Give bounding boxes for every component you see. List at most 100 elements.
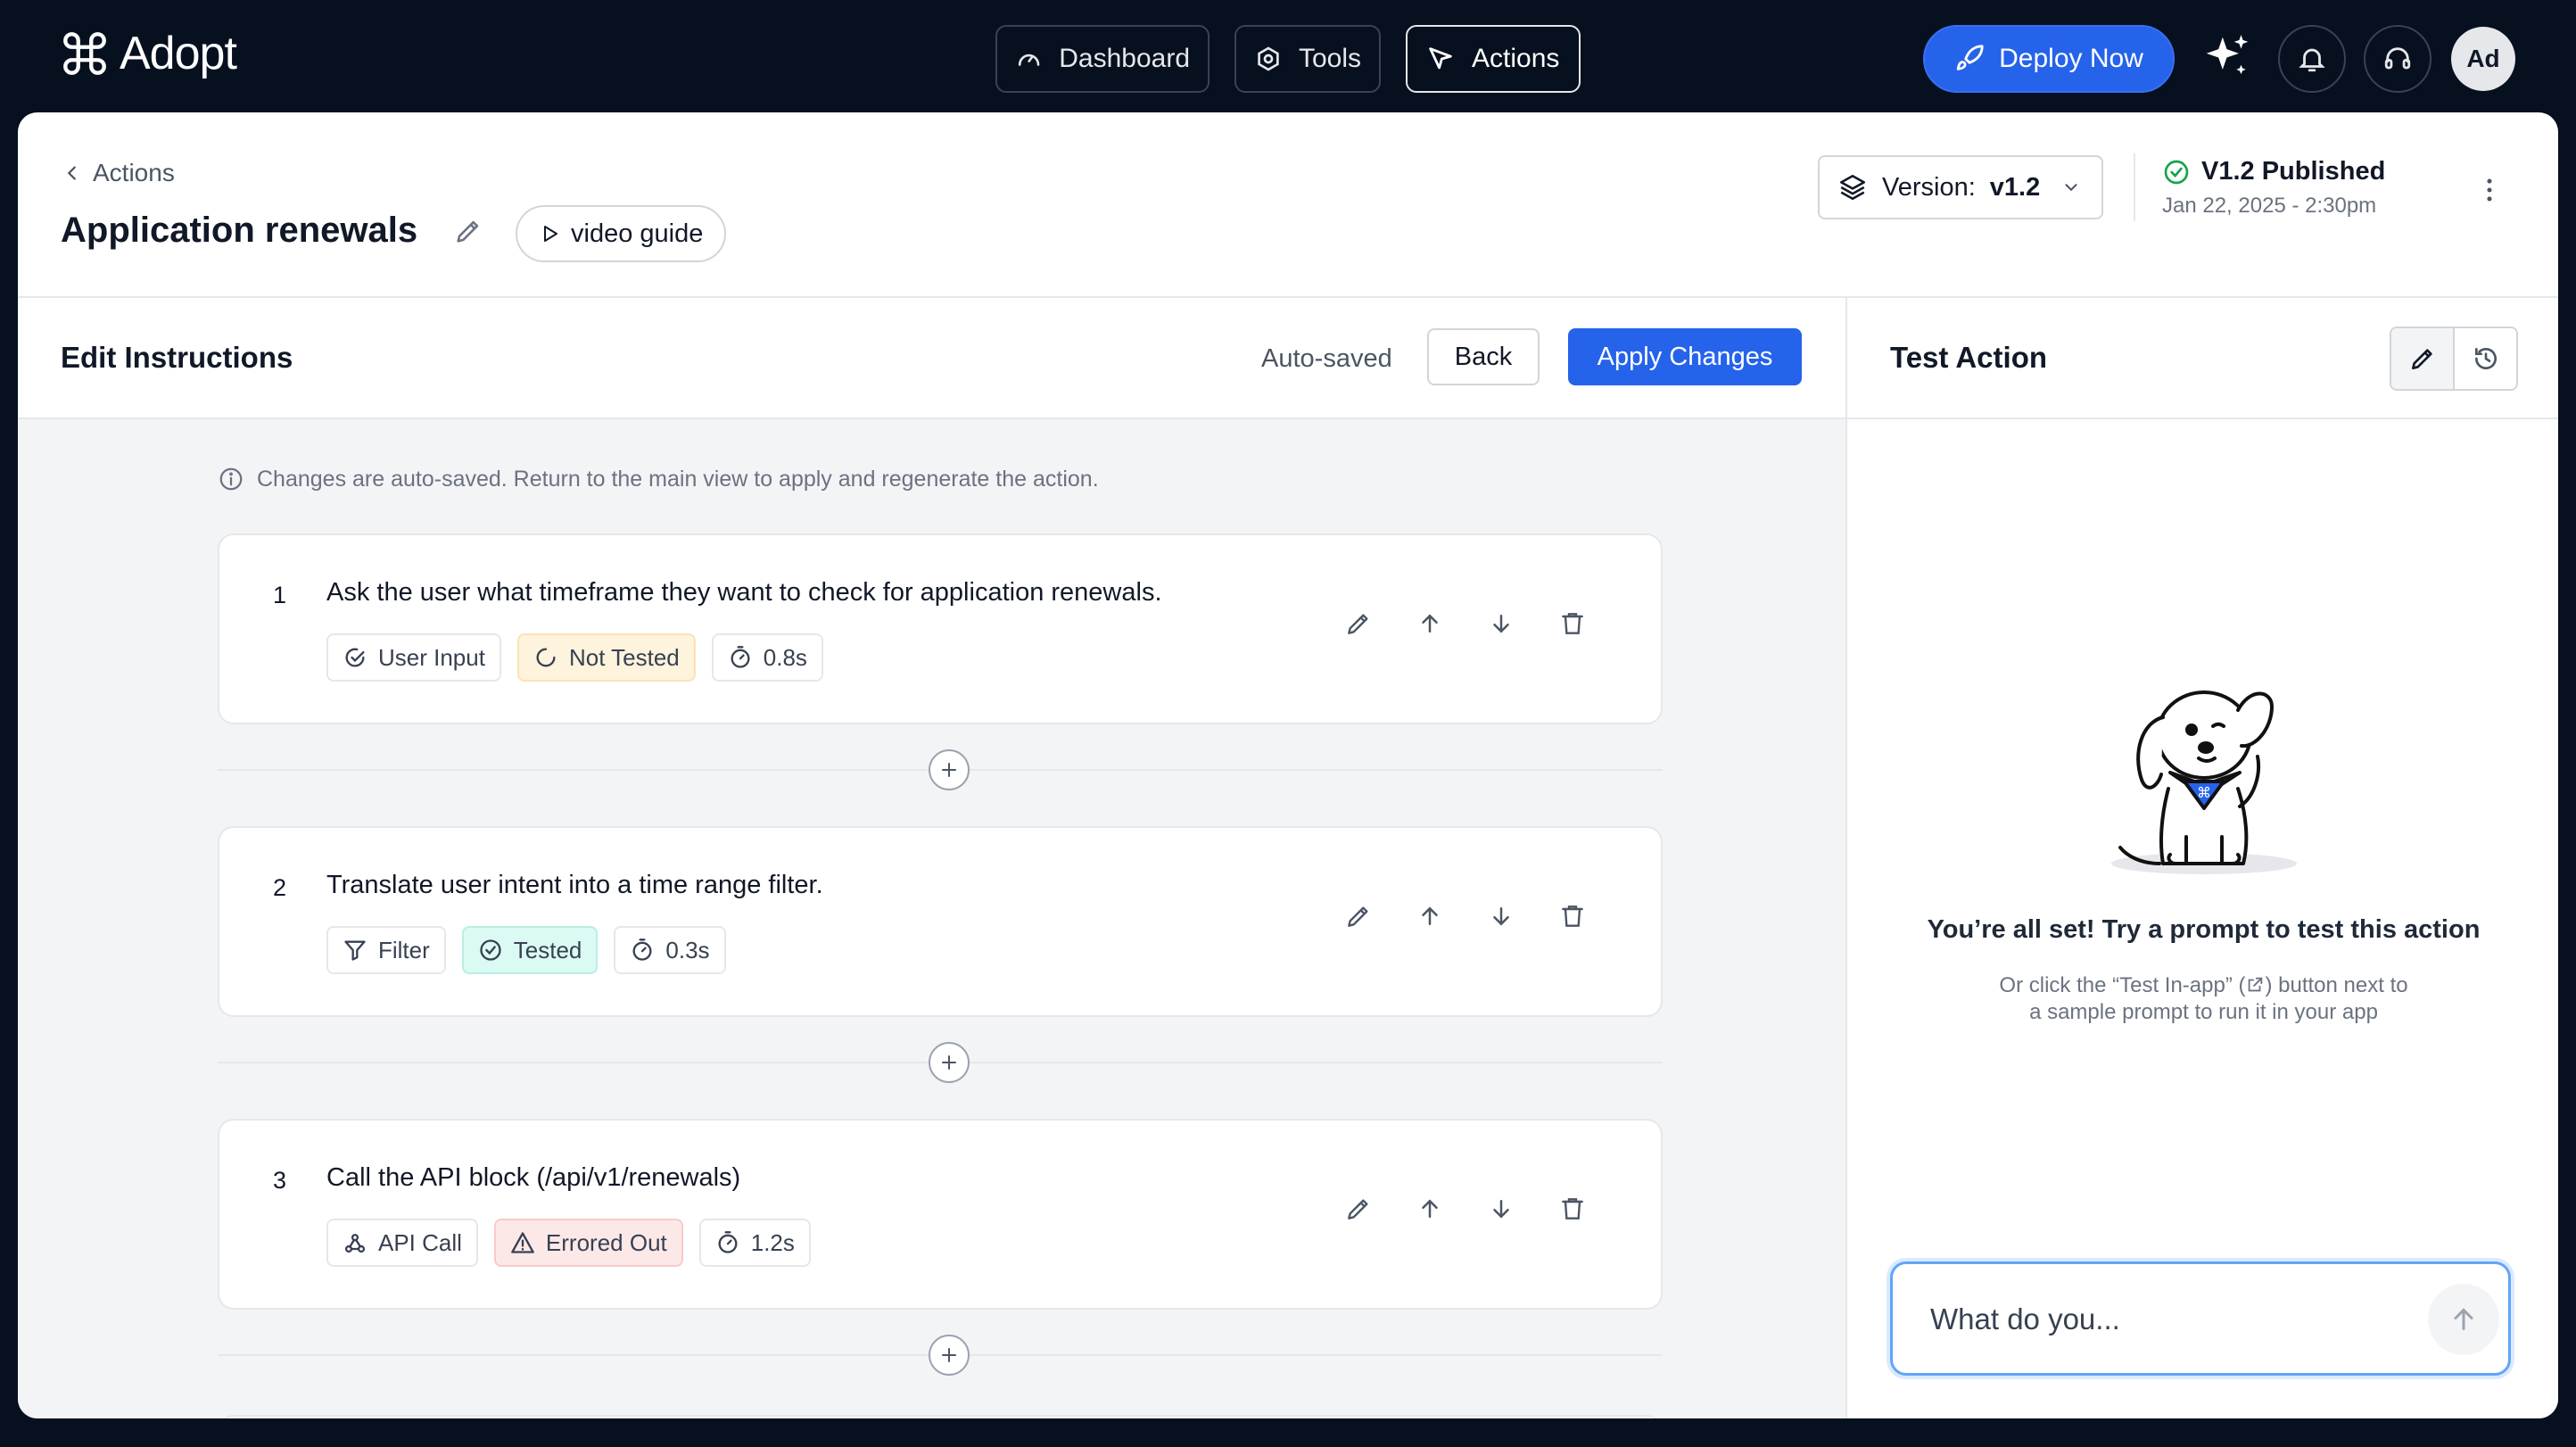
type-label: Filter — [378, 936, 430, 963]
logo[interactable]: Adopt — [59, 27, 237, 80]
step-card[interactable]: 3 Call the API block (/api/v1/renewals) … — [218, 1119, 1663, 1310]
pencil-icon — [1348, 614, 1368, 634]
step-card[interactable]: 1 Ask the user what timeframe they want … — [218, 533, 1663, 724]
step-actions — [1343, 901, 1588, 931]
page-header: Actions Application renewals video guide… — [18, 112, 2558, 298]
send-button[interactable] — [2428, 1284, 2499, 1355]
add-step-button[interactable] — [929, 749, 970, 790]
autosave-status: Auto-saved — [1261, 344, 1392, 373]
back-button[interactable]: Back — [1427, 328, 1540, 385]
version-label: Version: — [1882, 172, 1976, 202]
more-options-button[interactable] — [2474, 175, 2505, 210]
arrow-up-icon — [1422, 614, 1438, 633]
apply-changes-button[interactable]: Apply Changes — [1568, 328, 1802, 385]
gear-icon — [1258, 46, 1279, 71]
move-up-button[interactable] — [1415, 1194, 1445, 1224]
step-text: Translate user intent into a time range … — [326, 871, 823, 899]
arrow-down-icon — [1493, 615, 1509, 633]
move-down-button[interactable] — [1486, 608, 1516, 639]
command-logo-icon — [63, 32, 106, 75]
tab-actions[interactable]: Actions — [1406, 25, 1581, 93]
user-input-icon — [345, 648, 365, 667]
info-text: Changes are auto-saved. Return to the ma… — [257, 466, 1099, 492]
empty-sub-text: ) button next to — [2265, 973, 2408, 997]
ai-sparkle-button[interactable] — [2200, 30, 2255, 90]
play-icon — [544, 226, 557, 242]
prompt-input[interactable] — [1930, 1298, 2394, 1341]
step-tags: User Input Not Tested 0.8s — [326, 633, 823, 682]
brand-name: Adopt — [120, 28, 237, 79]
timer-icon — [632, 938, 652, 961]
status-badge: Errored Out — [493, 1219, 683, 1267]
move-up-button[interactable] — [1415, 901, 1445, 931]
empty-sub-text: a sample prompt to run it in your app — [2029, 1000, 2378, 1024]
tab-dashboard[interactable]: Dashboard — [995, 25, 1210, 93]
panel-title: Test Action — [1890, 341, 2048, 374]
breadcrumb-label: Actions — [93, 159, 175, 186]
panel-header: Test Action — [1847, 298, 2558, 419]
deploy-label: Deploy Now — [1999, 44, 2143, 73]
plus-icon — [942, 1055, 956, 1070]
step-text: Ask the user what timeframe they want to… — [326, 578, 1162, 607]
autosave-info: Changes are auto-saved. Return to the ma… — [218, 466, 1099, 492]
plus-icon — [942, 1348, 956, 1362]
avatar[interactable]: Ad — [2451, 27, 2515, 91]
type-badge: User Input — [326, 633, 501, 682]
move-down-button[interactable] — [1486, 901, 1516, 931]
chevron-left-icon — [67, 166, 76, 180]
type-label: User Input — [378, 643, 485, 671]
status-badge: Tested — [461, 926, 599, 974]
cursor-icon — [1429, 47, 1452, 70]
edit-title-button[interactable] — [453, 216, 483, 251]
history-icon — [2474, 348, 2497, 369]
check-circle-icon — [480, 939, 501, 961]
step-number: 2 — [273, 874, 287, 901]
panel-header: Edit Instructions Auto-saved Back Apply … — [18, 298, 1845, 419]
step-card[interactable]: 2 Translate user intent into a time rang… — [218, 826, 1663, 1017]
edit-mode-button[interactable] — [2391, 328, 2455, 389]
delete-step-button[interactable] — [1557, 901, 1588, 931]
deploy-now-button[interactable]: Deploy Now — [1923, 25, 2175, 93]
page-title: Application renewals — [61, 211, 418, 250]
info-icon — [219, 467, 243, 491]
tab-label: Tools — [1298, 44, 1361, 73]
add-step-button[interactable] — [929, 1335, 970, 1376]
edit-instructions-panel: Edit Instructions Auto-saved Back Apply … — [18, 298, 1845, 1418]
step-number: 3 — [273, 1167, 287, 1194]
chevron-down-icon — [2065, 184, 2077, 192]
step-card-partial[interactable] — [218, 1415, 1663, 1418]
tab-label: Actions — [1472, 44, 1560, 73]
move-up-button[interactable] — [1415, 608, 1445, 639]
tab-tools[interactable]: Tools — [1234, 25, 1381, 93]
published-date: Jan 22, 2025 - 2:30pm — [2162, 194, 2377, 218]
add-step-button[interactable] — [929, 1042, 970, 1083]
step-tags: API Call Errored Out 1.2s — [326, 1219, 811, 1267]
status-label: Not Tested — [568, 643, 680, 671]
delete-step-button[interactable] — [1557, 1194, 1588, 1224]
breadcrumb[interactable]: Actions — [62, 159, 175, 187]
pencil-icon — [2411, 349, 2432, 369]
trash-icon — [1562, 613, 1583, 634]
delete-step-button[interactable] — [1557, 608, 1588, 639]
sparkle-icon — [2206, 35, 2249, 75]
video-guide-button[interactable]: video guide — [516, 205, 727, 262]
warning-icon — [511, 1232, 534, 1253]
edit-step-button[interactable] — [1343, 608, 1374, 639]
edit-step-button[interactable] — [1343, 1194, 1374, 1224]
step-tags: Filter Tested 0.3s — [326, 926, 726, 974]
move-down-button[interactable] — [1486, 1194, 1516, 1224]
panel-title: Edit Instructions — [61, 341, 293, 374]
step-actions — [1343, 608, 1588, 639]
trash-icon — [1562, 1198, 1583, 1220]
edit-step-button[interactable] — [1343, 901, 1374, 931]
gauge-icon — [1018, 54, 1040, 66]
history-button[interactable] — [2455, 328, 2516, 389]
status-label: Tested — [513, 936, 582, 963]
timer-icon — [718, 1231, 738, 1253]
notifications-button[interactable] — [2278, 25, 2346, 93]
status-label: Errored Out — [545, 1228, 667, 1256]
svg-text:⌘: ⌘ — [2197, 784, 2211, 801]
support-button[interactable] — [2364, 25, 2432, 93]
duration-badge: 1.2s — [698, 1219, 811, 1267]
version-select[interactable]: Version: v1.2 — [1818, 155, 2103, 219]
